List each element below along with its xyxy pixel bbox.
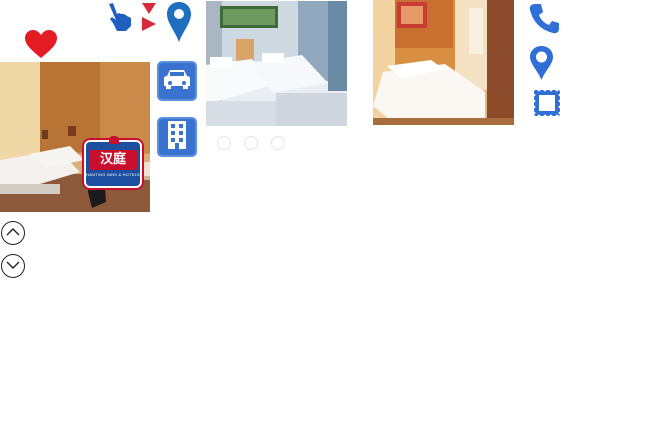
heart-icon[interactable]: [24, 29, 58, 59]
parking-car-button[interactable]: [157, 61, 197, 101]
logo-name: 汉庭: [89, 150, 137, 170]
carousel-dot-3[interactable]: [271, 136, 285, 150]
scroll-down-icon: [6, 257, 20, 275]
triangles-icon[interactable]: [140, 2, 158, 32]
hotel-room-photo-twin[interactable]: [206, 1, 347, 126]
scroll-up-button[interactable]: [1, 221, 25, 245]
building-icon: [166, 120, 188, 155]
logo-crown-shape: [109, 136, 119, 144]
stamp-square-icon[interactable]: [532, 88, 562, 118]
building-button[interactable]: [157, 117, 197, 157]
car-icon: [162, 67, 192, 96]
hotel-room-photo-main[interactable]: 汉庭 HANTING INNS & HOTELS: [0, 62, 150, 212]
hotel-room-photo-double[interactable]: [373, 0, 514, 125]
location-pin-icon[interactable]: [165, 1, 193, 43]
logo-subtitle: HANTING INNS & HOTELS: [86, 172, 140, 177]
location-pin-icon[interactable]: [528, 45, 555, 81]
carousel-dot-1[interactable]: [217, 136, 231, 150]
phone-icon[interactable]: [528, 2, 561, 35]
pointing-hand-icon[interactable]: [106, 2, 134, 32]
carousel-dot-2[interactable]: [244, 136, 258, 150]
scroll-down-button[interactable]: [1, 254, 25, 278]
hanting-logo: 汉庭 HANTING INNS & HOTELS: [84, 136, 142, 188]
scroll-up-icon: [6, 224, 20, 242]
